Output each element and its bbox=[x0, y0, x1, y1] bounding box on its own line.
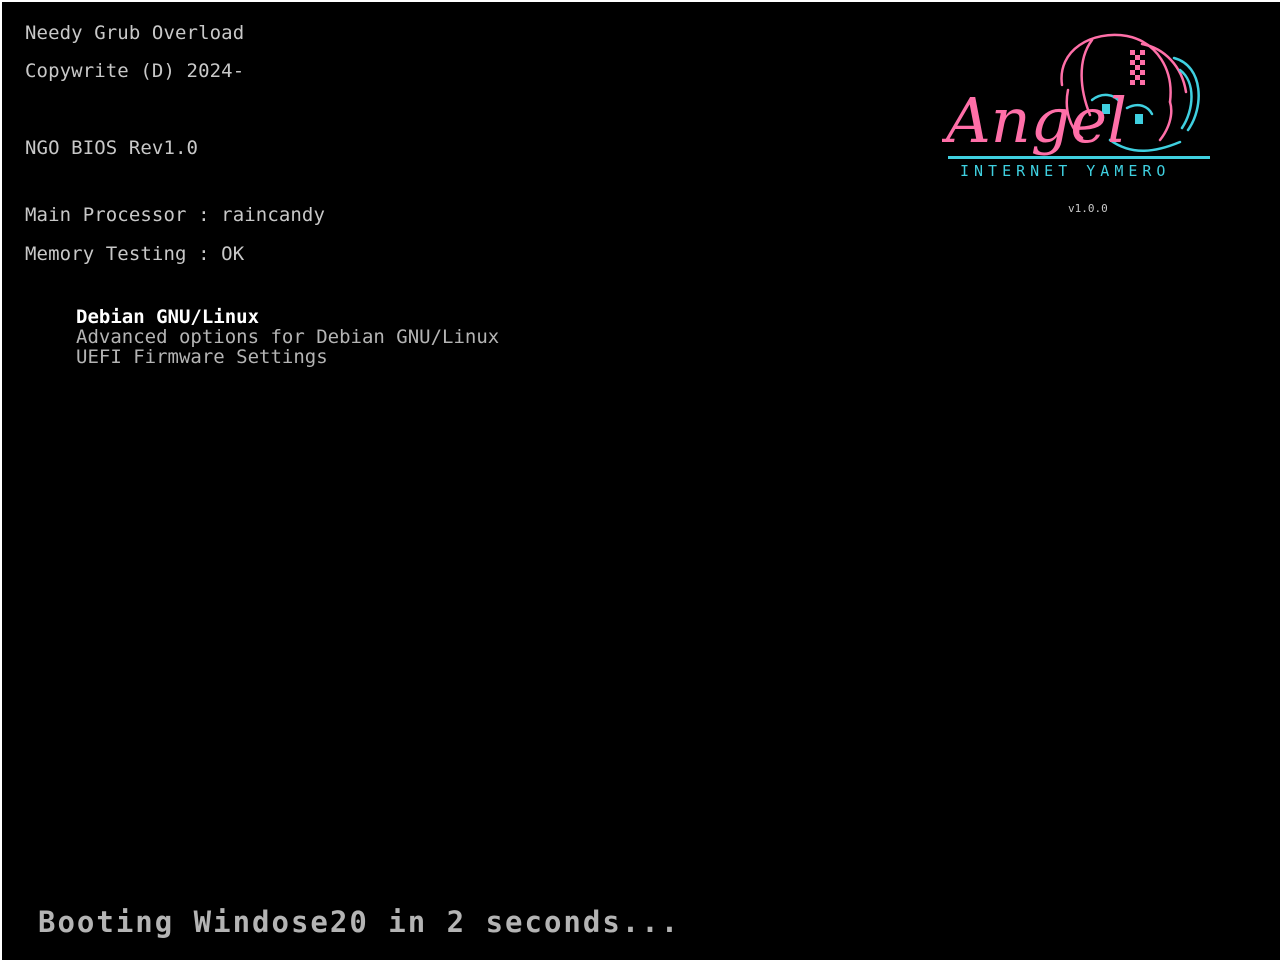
copyright-text: Copywrite (D) 2024- bbox=[25, 60, 245, 82]
menu-item-advanced-options[interactable]: Advanced options for Debian GNU/Linux bbox=[76, 327, 499, 347]
logo-subtitle: INTERNET YAMERO bbox=[960, 162, 1170, 180]
angel-logo: Angel INTERNET YAMERO bbox=[942, 33, 1210, 180]
processor-info: Main Processor : raincandy bbox=[25, 204, 326, 226]
boot-menu: Debian GNU/Linux Advanced options for De… bbox=[76, 307, 499, 367]
logo-wordmark: Angel bbox=[942, 84, 1127, 157]
memory-test-status: Memory Testing : OK bbox=[25, 243, 245, 265]
menu-item-debian[interactable]: Debian GNU/Linux bbox=[76, 307, 499, 327]
boot-countdown-message: Booting Windose20 in 2 seconds... bbox=[38, 905, 681, 939]
bootloader-title: Needy Grub Overload bbox=[25, 22, 245, 44]
version-label: v1.0.0 bbox=[1068, 202, 1108, 215]
menu-item-uefi-settings[interactable]: UEFI Firmware Settings bbox=[76, 347, 499, 367]
boot-screen: Needy Grub Overload Copywrite (D) 2024- … bbox=[2, 2, 1280, 960]
bios-revision: NGO BIOS Rev1.0 bbox=[25, 137, 199, 159]
